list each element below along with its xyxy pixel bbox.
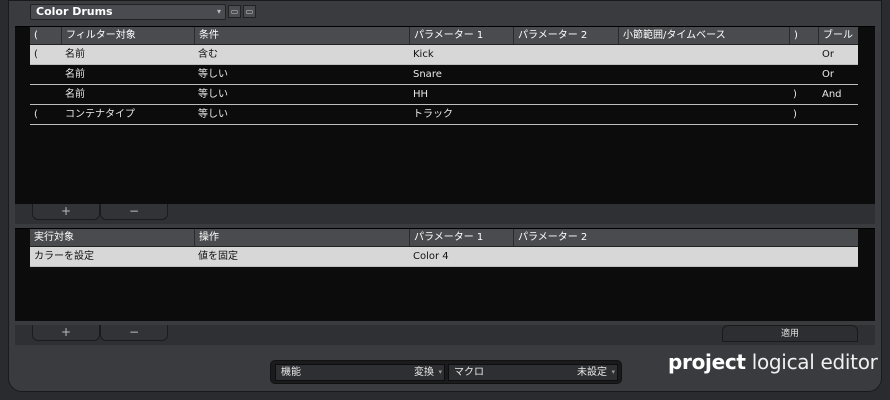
cell-bool[interactable]: Or (818, 45, 834, 64)
preset-name: Color Drums (36, 5, 113, 18)
col-param1[interactable]: パラメーター 1 (409, 27, 513, 44)
cell-condition[interactable]: 等しい (194, 85, 228, 104)
filter-row[interactable]: 名前 等しい Snare Or (30, 65, 858, 85)
cell-close[interactable]: ) (789, 85, 797, 104)
chevron-down-icon: ▾ (216, 7, 221, 16)
col-condition[interactable]: 条件 (194, 27, 409, 44)
action-table: 実行対象 操作 パラメーター 1 パラメーター 2 カラーを設定 値を固定 Co… (30, 229, 858, 267)
col-bool[interactable]: ブール (818, 27, 858, 44)
action-panel: 実行対象 操作 パラメーター 1 パラメーター 2 カラーを設定 値を固定 Co… (15, 228, 875, 321)
filter-panel: ( フィルター対象 条件 パラメーター 1 パラメーター 2 小節範囲/タイムベ… (15, 26, 875, 205)
preset-selector[interactable]: Color Drums ▾ (30, 4, 226, 20)
cell-open[interactable]: ( (30, 105, 38, 124)
cell-param2[interactable] (513, 85, 517, 104)
col-close-paren[interactable]: ) (789, 27, 818, 44)
cell-open[interactable] (30, 65, 34, 84)
add-action-button[interactable]: + (32, 325, 100, 341)
cell-target[interactable]: 名前 (61, 85, 85, 104)
cell-target[interactable]: 名前 (61, 65, 85, 84)
action-table-header: 実行対象 操作 パラメーター 1 パラメーター 2 (30, 229, 858, 247)
cell-action-param2[interactable] (513, 247, 517, 266)
add-preset-icon[interactable]: ▭ (228, 5, 241, 18)
col-operation[interactable]: 操作 (194, 229, 409, 246)
function-macro-strip: 機能 変換 ▾ マクロ 未設定 ▾ (270, 360, 622, 384)
col-bar-range[interactable]: 小節範囲/タイムベース (618, 27, 789, 44)
cell-condition[interactable]: 等しい (194, 105, 228, 124)
remove-preset-icon[interactable]: ▭ (243, 5, 256, 18)
cell-range[interactable] (618, 85, 622, 104)
cell-operation[interactable]: 値を固定 (194, 247, 238, 266)
function-value: 変換 (414, 367, 434, 378)
add-filter-button[interactable]: + (32, 204, 100, 220)
remove-filter-button[interactable]: − (100, 204, 168, 220)
cell-target[interactable]: 名前 (61, 45, 85, 64)
chevron-down-icon: ▾ (438, 368, 442, 376)
filter-table: ( フィルター対象 条件 パラメーター 1 パラメーター 2 小節範囲/タイムベ… (30, 27, 858, 125)
cell-target[interactable]: コンテナタイプ (61, 105, 135, 124)
function-select[interactable]: 機能 変換 ▾ (275, 364, 445, 381)
cell-action-param1[interactable]: Color 4 (409, 247, 449, 266)
remove-action-button[interactable]: − (100, 325, 168, 341)
cell-param1[interactable]: トラック (409, 105, 453, 124)
cell-param2[interactable] (513, 65, 517, 84)
cell-close[interactable] (789, 65, 793, 84)
cell-close[interactable] (789, 45, 793, 64)
cell-close[interactable]: ) (789, 105, 797, 124)
function-label: 機能 (281, 367, 301, 378)
cell-param1[interactable]: Kick (409, 45, 434, 64)
col-param2[interactable]: パラメーター 2 (513, 27, 618, 44)
col-action-param1[interactable]: パラメーター 1 (409, 229, 513, 246)
cell-open[interactable]: ( (30, 45, 38, 64)
col-filter-target[interactable]: フィルター対象 (61, 27, 194, 44)
cell-condition[interactable]: 等しい (194, 65, 228, 84)
brand-bold: project (668, 350, 746, 374)
cell-range[interactable] (618, 105, 622, 124)
apply-button[interactable]: 適用 (722, 325, 858, 342)
filter-row[interactable]: 名前 等しい HH ) And (30, 85, 858, 105)
cell-bool[interactable]: Or (818, 65, 834, 84)
brand-title: project logical editor (668, 350, 878, 374)
filter-table-header: ( フィルター対象 条件 パラメーター 1 パラメーター 2 小節範囲/タイムベ… (30, 27, 858, 45)
col-open-paren[interactable]: ( (30, 27, 61, 44)
cell-action-target[interactable]: カラーを設定 (30, 247, 94, 266)
cell-condition[interactable]: 含む (194, 45, 218, 64)
filter-button-bar: + − (15, 204, 875, 224)
cell-range[interactable] (618, 45, 622, 64)
filter-row[interactable]: ( コンテナタイプ 等しい トラック ) (30, 105, 858, 125)
cell-param2[interactable] (513, 105, 517, 124)
cell-bool[interactable] (818, 105, 822, 124)
cell-param2[interactable] (513, 45, 517, 64)
chevron-down-icon: ▾ (611, 368, 615, 376)
macro-value: 未設定 (577, 367, 607, 378)
cell-open[interactable] (30, 85, 34, 104)
cell-bool[interactable]: And (818, 85, 842, 104)
action-row[interactable]: カラーを設定 値を固定 Color 4 (30, 247, 858, 267)
cell-param1[interactable]: HH (409, 85, 428, 104)
col-action-param2[interactable]: パラメーター 2 (513, 229, 618, 246)
brand-rest: logical editor (751, 350, 878, 374)
col-action-target[interactable]: 実行対象 (30, 229, 194, 246)
cell-range[interactable] (618, 65, 622, 84)
filter-row[interactable]: ( 名前 含む Kick Or (30, 45, 858, 65)
macro-label: マクロ (454, 367, 484, 378)
macro-select[interactable]: マクロ 未設定 ▾ (448, 364, 618, 381)
cell-param1[interactable]: Snare (409, 65, 442, 84)
